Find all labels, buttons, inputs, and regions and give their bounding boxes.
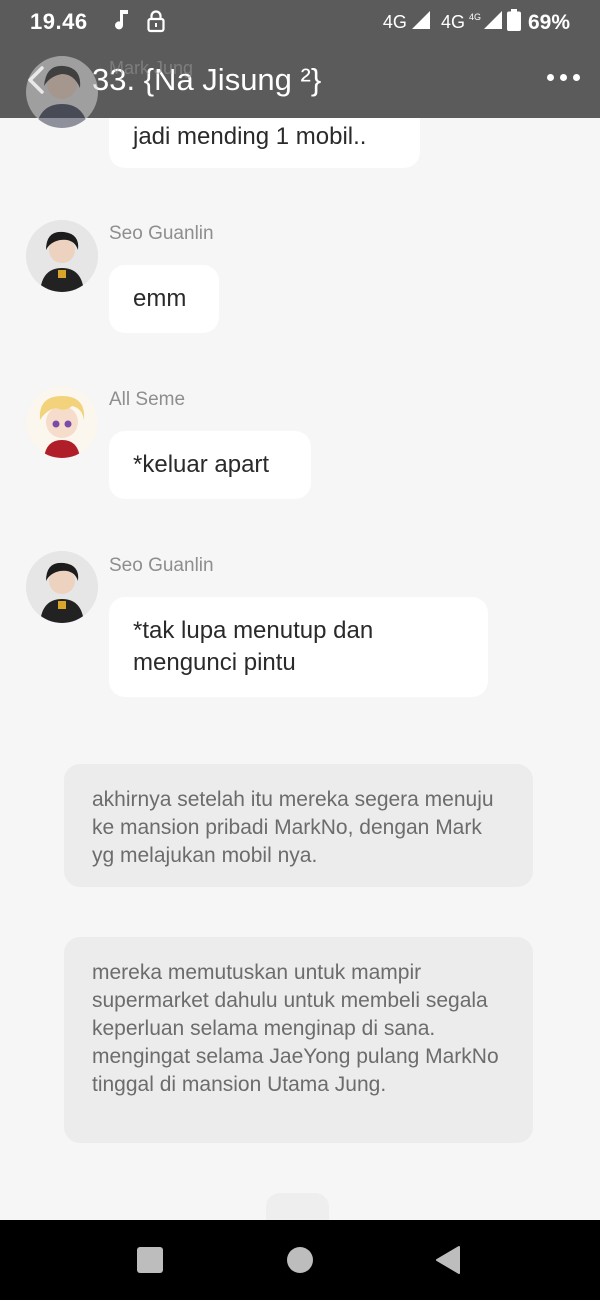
square-icon[interactable] [137,1247,163,1273]
battery-percent: 69% [527,10,570,34]
triangle-back-icon[interactable] [435,1246,461,1279]
status-time: 19.46 [30,9,88,34]
lock-icon [146,9,166,38]
narration-box: mereka memutuskan untuk mampir supermark… [64,937,533,1143]
network-label-sup: 4G [468,11,481,22]
sender-name: Seo Guanlin [109,555,214,576]
message-bubble: *keluar apart [109,431,311,499]
system-nav-bar [0,1220,600,1300]
circle-icon[interactable] [287,1247,313,1273]
sender-name: Mark Jung [109,58,194,78]
narration-box: akhirnya setelah itu mereka segera menuj… [64,764,533,887]
message-bubble: *tak lupa menutup dan mengunci pintu [109,597,488,697]
sender-name: All Seme [109,389,186,410]
status-right: 4G 4G 4G 69% [383,9,570,36]
sender-name: Seo Guanlin [109,223,214,244]
signal-icon-2 [483,10,503,35]
status-bar: 19.46 4G 4G 4G 69% [0,0,600,44]
network-label-2: 4G [440,12,465,32]
battery-icon [506,9,521,36]
avatar-seo-guanlin[interactable] [26,551,98,623]
music-note-icon [112,8,132,37]
signal-icon [411,10,431,35]
message-bubble: emm [109,265,219,333]
more-horizontal-icon[interactable] [547,74,580,81]
avatar-all-seme[interactable] [26,386,98,458]
network-label-1: 4G [382,12,407,32]
avatar-seo-guanlin[interactable] [26,220,98,292]
avatar-mark-jung[interactable] [26,56,98,128]
